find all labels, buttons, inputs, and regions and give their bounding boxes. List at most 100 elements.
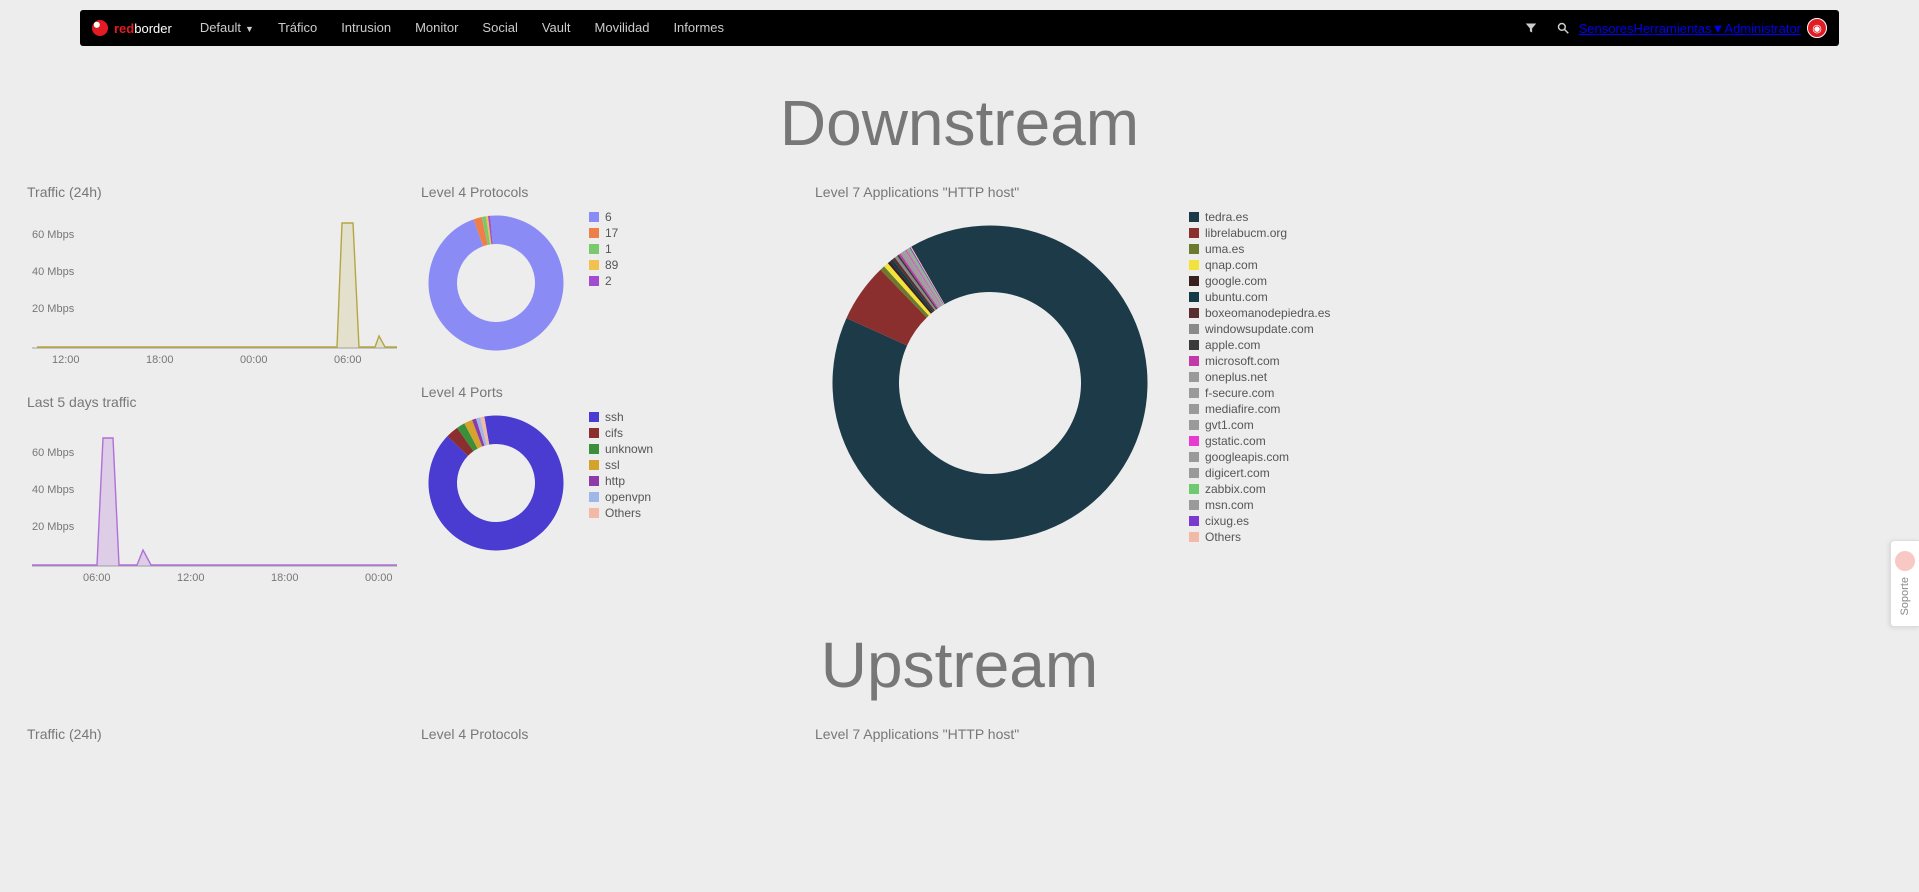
legend-item[interactable]: google.com <box>1189 274 1330 288</box>
legend-swatch <box>589 492 599 502</box>
legend-label: 1 <box>605 242 612 256</box>
legend-item[interactable]: apple.com <box>1189 338 1330 352</box>
nav-default-dropdown[interactable]: Default▼ <box>188 10 266 47</box>
legend-swatch <box>589 260 599 270</box>
support-tab[interactable]: Soporte <box>1890 540 1919 627</box>
nav-social[interactable]: Social <box>470 10 529 46</box>
legend-item[interactable]: digicert.com <box>1189 466 1330 480</box>
legend-label: Others <box>605 506 641 520</box>
legend-item[interactable]: gstatic.com <box>1189 434 1330 448</box>
search-icon[interactable] <box>1547 22 1579 34</box>
legend-item[interactable]: ssl <box>589 458 653 472</box>
y-tick: 20 Mbps <box>32 303 75 315</box>
legend-item[interactable]: cixug.es <box>1189 514 1330 528</box>
legend-item[interactable]: ssh <box>589 410 653 424</box>
nav-left: Default▼ Tráfico Intrusion Monitor Socia… <box>188 10 736 47</box>
logo-icon <box>92 20 108 36</box>
title-l4proto-up: Level 4 Protocols <box>421 726 791 742</box>
brand-red: red <box>114 21 134 36</box>
title-l7apps-up: Level 7 Applications "HTTP host" <box>815 726 1892 742</box>
legend-swatch <box>589 412 599 422</box>
nav-administrator[interactable]: Administrator <box>1724 21 1801 36</box>
legend-item[interactable]: gvt1.com <box>1189 418 1330 432</box>
title-l4ports: Level 4 Ports <box>421 384 791 400</box>
legend-item[interactable]: qnap.com <box>1189 258 1330 272</box>
legend-label: ssh <box>605 410 624 424</box>
x-tick: 06:00 <box>334 354 362 366</box>
legend-item[interactable]: openvpn <box>589 490 653 504</box>
legend-item[interactable]: Others <box>589 506 653 520</box>
legend-item[interactable]: librelabucm.org <box>1189 226 1330 240</box>
legend-swatch <box>1189 292 1199 302</box>
lifebuoy-icon <box>1895 551 1915 571</box>
legend-item[interactable]: googleapis.com <box>1189 450 1330 464</box>
legend-swatch <box>1189 420 1199 430</box>
legend-item[interactable]: http <box>589 474 653 488</box>
legend-swatch <box>589 244 599 254</box>
legend-swatch <box>1189 532 1199 542</box>
user-avatar[interactable]: ◉ <box>1807 18 1827 38</box>
caret-down-icon: ▼ <box>245 24 254 34</box>
y-tick: 60 Mbps <box>32 229 75 241</box>
legend-item[interactable]: mediafire.com <box>1189 402 1330 416</box>
legend-label: digicert.com <box>1205 466 1270 480</box>
nav-herramientas-dropdown[interactable]: Herramientas▼ <box>1634 21 1725 36</box>
legend-item[interactable]: oneplus.net <box>1189 370 1330 384</box>
legend-item[interactable]: zabbix.com <box>1189 482 1330 496</box>
legend-item[interactable]: unknown <box>589 442 653 456</box>
legend-swatch <box>1189 468 1199 478</box>
legend-item[interactable]: f-secure.com <box>1189 386 1330 400</box>
legend-item[interactable]: ubuntu.com <box>1189 290 1330 304</box>
legend-item[interactable]: 1 <box>589 242 618 256</box>
legend-item[interactable]: tedra.es <box>1189 210 1330 224</box>
chart-l7-apps[interactable] <box>815 208 1165 558</box>
legend-label: oneplus.net <box>1205 370 1267 384</box>
legend-item[interactable]: cifs <box>589 426 653 440</box>
brand-border: border <box>134 21 172 36</box>
chart-traffic24[interactable]: 60 Mbps 40 Mbps 20 Mbps 12:00 18:00 00:0… <box>27 208 397 368</box>
nav-vault[interactable]: Vault <box>530 10 583 46</box>
y-tick: 20 Mbps <box>32 521 75 533</box>
legend-item[interactable]: 6 <box>589 210 618 224</box>
nav-intrusion[interactable]: Intrusion <box>329 10 403 46</box>
legend-label: mediafire.com <box>1205 402 1280 416</box>
legend-label: ssl <box>605 458 620 472</box>
brand-logo[interactable]: redborder <box>92 20 172 36</box>
chart-last5[interactable]: 60 Mbps 40 Mbps 20 Mbps 06:00 12:00 18:0… <box>27 418 397 588</box>
legend-swatch <box>1189 372 1199 382</box>
filter-icon[interactable] <box>1515 22 1547 34</box>
legend-swatch <box>589 212 599 222</box>
legend-item[interactable]: 2 <box>589 274 618 288</box>
legend-item[interactable]: 17 <box>589 226 618 240</box>
nav-movilidad[interactable]: Movilidad <box>583 10 662 46</box>
y-tick: 60 Mbps <box>32 447 75 459</box>
legend-swatch <box>1189 484 1199 494</box>
caret-down-icon: ▼ <box>1712 21 1725 36</box>
chart-l4-ports[interactable] <box>421 408 571 558</box>
nav-informes[interactable]: Informes <box>661 10 736 46</box>
legend-swatch <box>1189 340 1199 350</box>
legend-label: 2 <box>605 274 612 288</box>
nav-monitor[interactable]: Monitor <box>403 10 470 46</box>
chart-l4-protocols[interactable] <box>421 208 571 358</box>
legend-item[interactable]: boxeomanodepiedra.es <box>1189 306 1330 320</box>
legend-label: boxeomanodepiedra.es <box>1205 306 1330 320</box>
legend-swatch <box>1189 276 1199 286</box>
legend-item[interactable]: Others <box>1189 530 1330 544</box>
legend-swatch <box>1189 212 1199 222</box>
legend-item[interactable]: microsoft.com <box>1189 354 1330 368</box>
x-tick: 18:00 <box>146 354 174 366</box>
legend-l4-ports: ssh cifs unknown ssl http openvpn Others <box>589 408 653 522</box>
legend-item[interactable]: msn.com <box>1189 498 1330 512</box>
y-tick: 40 Mbps <box>32 266 75 278</box>
nav-sensores[interactable]: Sensores <box>1579 21 1634 36</box>
legend-item[interactable]: windowsupdate.com <box>1189 322 1330 336</box>
legend-swatch <box>589 460 599 470</box>
legend-item[interactable]: 89 <box>589 258 618 272</box>
legend-label: windowsupdate.com <box>1205 322 1314 336</box>
nav-trafico[interactable]: Tráfico <box>266 10 329 46</box>
page: Downstream Traffic (24h) 60 Mbps 40 Mbps… <box>15 86 1904 750</box>
legend-l7-apps: tedra.es librelabucm.org uma.es qnap.com goo… <box>1189 208 1330 546</box>
donut-slice[interactable] <box>429 216 564 351</box>
legend-item[interactable]: uma.es <box>1189 242 1330 256</box>
